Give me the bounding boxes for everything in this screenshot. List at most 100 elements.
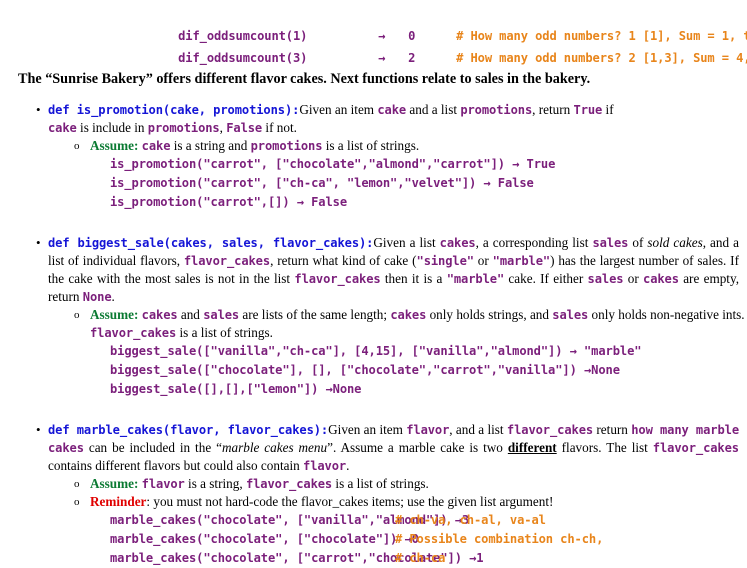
assume-label: Assume: (90, 307, 139, 322)
arrow-icon: → (378, 29, 386, 43)
arg-cake: cake (377, 103, 407, 117)
example-line: marble_cakes("chocolate", ["vanilla","al… (0, 511, 747, 530)
assume-item: o Assume: cakes and sales are lists of t… (0, 306, 747, 342)
emphasis-marble-cakes-menu: marble cakes menu (221, 440, 328, 455)
emphasis-different: different (507, 440, 557, 455)
example-line: marble_cakes("chocolate", ["chocolate"])… (0, 530, 747, 549)
assume-text: only holds non-negative ints. (588, 307, 745, 322)
assume-text: is a list of strings. (332, 476, 429, 491)
literal-marble: "marble" (492, 254, 551, 268)
reminder-text: : you must not hard-code the flavor_cake… (146, 494, 554, 509)
assume-label: Assume: (90, 138, 139, 153)
problem-item-biggest-sale: • def biggest_sale(cakes, sales, flavor_… (0, 234, 747, 306)
desc-text: or (473, 253, 493, 268)
desc-text: and a list (406, 102, 461, 117)
assume-line: Assume: cakes and sales are lists of the… (90, 306, 747, 342)
arg-flavor: flavor (303, 459, 347, 473)
arg-flavor-cakes: flavor_cakes (183, 254, 271, 268)
reminder-item: o Reminder: you must not hard-code the f… (0, 493, 747, 511)
desc-text: if (602, 102, 614, 117)
problem-item-is-promotion: • def is_promotion(cake, promotions):Giv… (0, 101, 747, 137)
keyword-false: False (226, 121, 263, 135)
assume-label: Assume: (90, 476, 139, 491)
example-line: is_promotion("carrot", ["ch-ca", "lemon"… (0, 174, 747, 193)
desc-text: then it is a (380, 271, 447, 286)
arg-flavor-cakes: flavor_cakes (506, 423, 594, 437)
assume-line: Assume: flavor is a string, flavor_cakes… (90, 475, 747, 493)
arrow-icon: → (378, 51, 386, 65)
arrow-icon: → (569, 344, 577, 358)
example-line: is_promotion("carrot",[]) → False (0, 193, 747, 212)
example-call: dif_oddsumcount(1) (178, 29, 308, 43)
example-result: False (497, 176, 534, 190)
assume-text: is a string and (170, 138, 251, 153)
problem-list: • def is_promotion(cake, promotions):Giv… (0, 101, 747, 568)
example-call: dif_oddsumcount(3) (178, 51, 308, 65)
arg-promotions: promotions (250, 139, 323, 153)
problem-description: def is_promotion(cake, promotions):Given… (48, 101, 747, 137)
example-result: 1 (476, 551, 484, 565)
desc-text: . (111, 289, 115, 304)
arg-cakes: cakes (643, 272, 679, 286)
desc-text: , a corresponding list (475, 235, 593, 250)
arg-flavor-cakes: flavor_cakes (294, 272, 381, 286)
assume-text: are lists of the same length; (239, 307, 391, 322)
document-page: dif_oddsumcount(1) → 0 # How many odd numbe… (0, 0, 747, 565)
desc-text: of (628, 235, 648, 250)
example-line: biggest_sale(["vanilla","ch-ca"], [4,15]… (0, 342, 747, 361)
reminder-line: Reminder: you must not hard-code the fla… (90, 493, 747, 511)
desc-text: . (346, 458, 350, 473)
example-line: dif_oddsumcount(1) → 0 # How many odd numbe… (0, 3, 747, 43)
keyword-none: None (82, 290, 112, 304)
example-line: biggest_sale(["chocolate"], [], ["chocol… (0, 361, 747, 380)
arg-flavor-cakes: flavor_cakes (245, 477, 333, 491)
desc-text: if not. (262, 120, 297, 135)
example-result: True (526, 157, 556, 171)
arg-cakes: cakes (439, 236, 476, 250)
arg-cakes: cakes (390, 308, 427, 322)
example-comment: # ch-va, ch-al, va-al (395, 513, 546, 527)
arg-flavor-cakes: flavor_cakes (652, 441, 739, 455)
arg-promotions: promotions (147, 121, 220, 135)
desc-text: , return (532, 102, 574, 117)
sub-bullet-marker: o (74, 309, 80, 321)
desc-text: is include in (76, 120, 148, 135)
example-line: marble_cakes("chocolate", ["carrot","cho… (0, 549, 747, 568)
desc-text: return (593, 422, 632, 437)
example-call: is_promotion("carrot", ["chocolate","alm… (110, 157, 505, 171)
problem-item-marble-cakes: • def marble_cakes(flavor, flavor_cakes)… (0, 421, 747, 475)
literal-single: "single" (416, 254, 475, 268)
arg-flavor-cakes: flavor_cakes (90, 326, 177, 340)
example-call: marble_cakes("chocolate", ["chocolate"]) (110, 532, 398, 546)
assume-text: is a list of strings. (176, 325, 273, 340)
example-call: biggest_sale(["vanilla","ch-ca"], [4,15]… (110, 344, 563, 358)
example-call: biggest_sale([],[],["lemon"]) (110, 382, 319, 396)
desc-text: Given a list (373, 235, 440, 250)
arg-promotions: promotions (460, 103, 533, 117)
desc-text: flavors. The list (556, 440, 653, 455)
bullet-marker: • (36, 102, 41, 117)
arg-sales: sales (203, 308, 240, 322)
example-result: False (311, 195, 347, 209)
emphasis-sold-cakes: sold cakes (647, 235, 703, 250)
arrow-icon: → (296, 195, 304, 209)
problem-description: def biggest_sale(cakes, sales, flavor_ca… (48, 234, 747, 306)
example-result: None (591, 363, 620, 377)
desc-text: cake. If either (504, 271, 588, 286)
bullet-marker: • (36, 422, 41, 437)
example-call: biggest_sale(["chocolate"], [], ["chocol… (110, 363, 577, 377)
desc-text: or (623, 271, 644, 286)
arg-flavor: flavor (141, 477, 185, 491)
desc-text: Given an item (328, 422, 407, 437)
assume-text: only holds strings, and (426, 307, 553, 322)
arg-flavor: flavor (406, 423, 450, 437)
example-result: 0 (408, 29, 416, 43)
example-result: 2 (408, 51, 416, 65)
arg-cake: cake (141, 139, 171, 153)
example-comment: # ch-ca (395, 551, 446, 565)
desc-text: Given an item (299, 102, 378, 117)
arrow-icon: → (483, 176, 491, 190)
desc-text: ”. Assume a marble cake is two (327, 440, 508, 455)
